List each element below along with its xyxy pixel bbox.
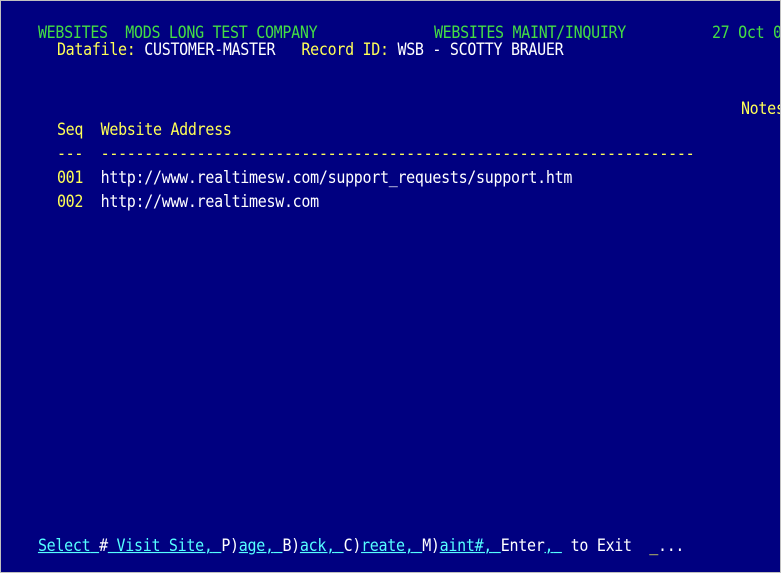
exit-label: to Exit — [570, 534, 632, 556]
visit-site-command[interactable]: Visit Site, — [117, 535, 213, 556]
maint-key: M) — [422, 534, 440, 556]
enter-comma[interactable]: , — [544, 535, 553, 556]
create-key: C) — [343, 534, 362, 556]
header-date-wrap: 27 Oct 09 — [677, 1, 781, 63]
datafile-label: Datafile: — [56, 38, 136, 60]
record-id-label: Record ID: — [301, 38, 389, 60]
page-command[interactable]: age, — [239, 535, 274, 556]
header-date: 27 Oct 09 — [711, 21, 781, 43]
select-command[interactable]: Select — [38, 535, 91, 556]
terminal-screen: WEBSITES MODS LONG TEST COMPANY WEBSITES… — [0, 0, 781, 573]
notes-header-wrap: Notes — [706, 77, 781, 139]
prompt-dots: ... — [657, 534, 685, 556]
notes-header: Notes — [740, 97, 781, 119]
header-line-2: Datafile: CUSTOMER-MASTER Record ID: WSB… — [22, 18, 564, 80]
row-seq: 002 — [56, 190, 84, 212]
number-key: # — [99, 534, 108, 556]
maint-command[interactable]: aint#, — [440, 535, 493, 556]
datafile-value: CUSTOMER-MASTER — [144, 38, 276, 60]
row-address: http://www.realtimesw.com — [100, 190, 320, 212]
command-prompt: Select # Visit Site, P)age, B)ack, C)rea… — [3, 514, 685, 572]
record-id-value: WSB - SCOTTY BRAUER — [397, 38, 564, 60]
back-key: B) — [282, 534, 300, 556]
back-command[interactable]: ack, — [300, 535, 335, 556]
input-cursor[interactable]: _ — [649, 535, 658, 556]
create-command[interactable]: reate, — [361, 535, 414, 556]
page-key: P) — [221, 534, 239, 556]
list-item[interactable]: 002 http://www.realtimesw.com — [22, 170, 319, 232]
enter-key: Enter — [500, 534, 545, 556]
